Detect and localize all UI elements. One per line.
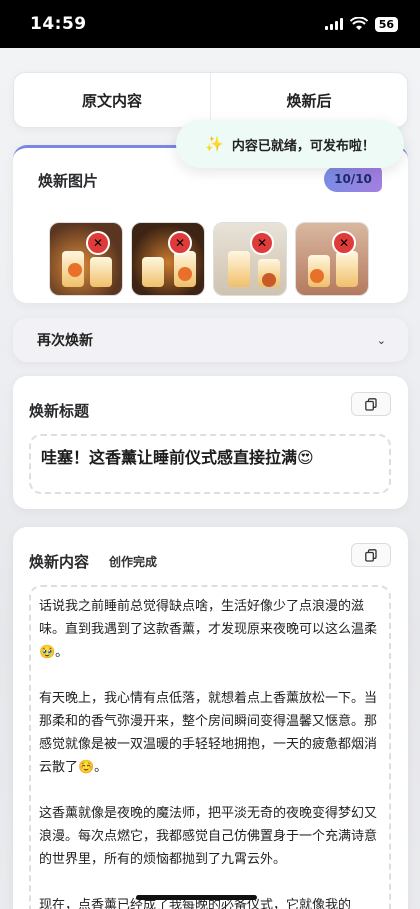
refreshed-title-card: 焕新标题 哇塞！这香薰让睡前仪式感直接拉满😍 — [13, 376, 408, 509]
content-paragraph: 这香薰就像是夜晚的魔法师，把平淡无奇的夜晚变得梦幻又浪漫。每次点燃它，我都感觉自… — [39, 806, 378, 867]
tab-refreshed[interactable]: 焕新后 — [210, 73, 407, 127]
chevron-down-icon: ⌄ — [376, 333, 386, 347]
thumbnail-image[interactable]: ✕ — [213, 222, 287, 296]
status-icons: 56 — [324, 16, 398, 32]
refreshed-content-card: 焕新内容 创作完成 话说我之前睡前总觉得缺点啥，生活好像少了点浪漫的滋味。直到我… — [13, 527, 408, 909]
image-count-badge: 10/10 — [324, 166, 382, 192]
refreshed-images-card: 焕新图片 10/10 ✕ ✕ ✕ ✕ — [13, 145, 408, 303]
title-section-label: 焕新标题 — [29, 402, 90, 420]
wifi-icon — [349, 17, 368, 30]
thumbnail-image[interactable]: ✕ — [131, 222, 205, 296]
thumbnail-image[interactable]: ✕ — [49, 222, 123, 296]
delete-image-button[interactable]: ✕ — [332, 231, 356, 255]
copy-content-button[interactable] — [351, 543, 391, 567]
cellular-signal-icon — [324, 18, 343, 30]
creation-status-label: 创作完成 — [109, 555, 158, 569]
battery-icon: 56 — [374, 16, 398, 32]
status-bar: 14:59 56 — [0, 0, 420, 48]
thumbnail-image[interactable]: ✕ — [295, 222, 369, 296]
toast-text: 内容已就绪，可发布啦！ — [231, 138, 375, 154]
ready-toast: ✨ 内容已就绪，可发布啦！ — [176, 120, 404, 168]
content-section-label: 焕新内容 — [29, 553, 90, 571]
content-paragraph: 有天晚上，我心情有点低落，就想着点上香薰放松一下。当那柔和的香气弥漫开来，整个房… — [39, 691, 378, 775]
refreshed-title-text: 哇塞！这香薰让睡前仪式感直接拉满😍 — [41, 448, 314, 467]
images-section-title: 焕新图片 — [38, 172, 99, 190]
thumbnail-strip: ✕ ✕ ✕ ✕ — [49, 222, 369, 296]
delete-image-button[interactable]: ✕ — [250, 231, 274, 255]
delete-image-button[interactable]: ✕ — [168, 231, 192, 255]
status-time: 14:59 — [30, 14, 87, 34]
copy-icon — [365, 397, 377, 411]
home-indicator[interactable] — [136, 895, 257, 900]
tab-original-content[interactable]: 原文内容 — [14, 73, 210, 127]
content-text-box[interactable]: 话说我之前睡前总觉得缺点啥，生活好像少了点浪漫的滋味。直到我遇到了这款香薰，才发… — [29, 585, 391, 909]
copy-title-button[interactable] — [351, 392, 391, 416]
title-text-box[interactable]: 哇塞！这香薰让睡前仪式感直接拉满😍 — [29, 434, 391, 494]
regenerate-label: 再次焕新 — [37, 333, 93, 349]
delete-image-button[interactable]: ✕ — [86, 231, 110, 255]
regenerate-dropdown[interactable]: 再次焕新 ⌄ — [13, 318, 408, 362]
copy-icon — [365, 548, 377, 562]
content-paragraph: 话说我之前睡前总觉得缺点啥，生活好像少了点浪漫的滋味。直到我遇到了这款香薰，才发… — [39, 599, 378, 660]
sparkle-icon: ✨ — [205, 135, 224, 153]
